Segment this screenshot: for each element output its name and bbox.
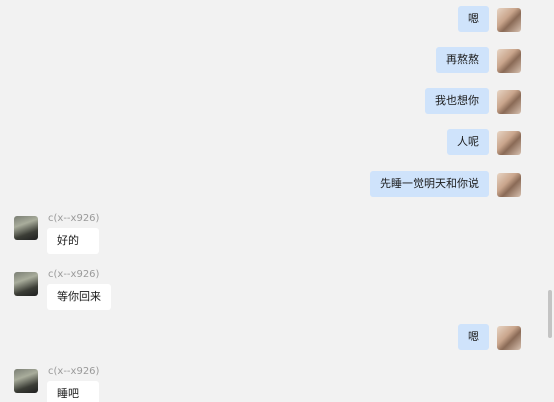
sender-nickname: c(x--x926) [48,269,100,280]
message-bubble[interactable]: 再熬熬 [436,47,489,73]
message-incoming: c(x--x926) 好的 [14,213,100,254]
sender-nickname: c(x--x926) [48,213,100,224]
message-bubble[interactable]: 好的 [47,228,100,254]
message-incoming: c(x--x926) 睡吧 [14,366,100,402]
message-bubble[interactable]: 睡吧 [47,381,100,402]
message-outgoing: 嗯 [458,324,521,350]
message-outgoing: 人呢 [447,129,521,155]
my-avatar[interactable] [497,131,521,155]
message-incoming: c(x--x926) 等你回来 [14,269,111,310]
message-bubble[interactable]: 我也想你 [425,88,489,114]
vertical-scrollbar[interactable] [548,290,552,338]
contact-avatar[interactable] [14,272,38,296]
my-avatar[interactable] [497,173,521,197]
contact-avatar[interactable] [14,369,38,393]
message-outgoing: 我也想你 [425,88,521,114]
my-avatar[interactable] [497,49,521,73]
message-bubble[interactable]: 人呢 [447,129,489,155]
my-avatar[interactable] [497,90,521,114]
sender-nickname: c(x--x926) [48,366,100,377]
message-bubble[interactable]: 先睡一觉明天和你说 [370,171,489,197]
message-outgoing: 嗯 [458,6,521,32]
message-bubble[interactable]: 嗯 [458,324,489,350]
contact-avatar[interactable] [14,216,38,240]
my-avatar[interactable] [497,326,521,350]
chat-message-area[interactable]: 嗯 再熬熬 我也想你 人呢 先睡一觉明天和你说 c(x--x926) 好的 c( [0,0,554,402]
message-outgoing: 再熬熬 [436,47,521,73]
message-bubble[interactable]: 等你回来 [47,284,111,310]
message-outgoing: 先睡一觉明天和你说 [370,171,521,197]
my-avatar[interactable] [497,8,521,32]
message-bubble[interactable]: 嗯 [458,6,489,32]
